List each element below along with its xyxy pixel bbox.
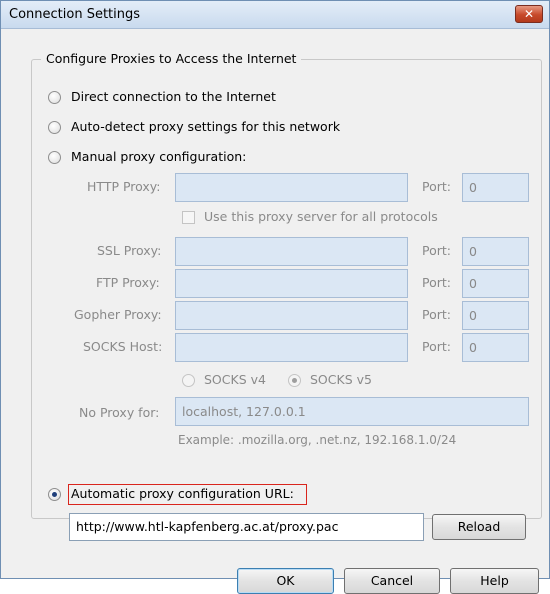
- http-port-input[interactable]: 0: [462, 173, 529, 202]
- auto-detect-radio[interactable]: [48, 121, 61, 134]
- manual-label[interactable]: Manual proxy configuration:: [71, 149, 246, 164]
- ok-button[interactable]: OK: [237, 568, 334, 594]
- ssl-proxy-label: SSL Proxy:: [97, 243, 162, 258]
- socks-port-input[interactable]: 0: [462, 333, 529, 362]
- share-proxy-label: Use this proxy server for all protocols: [204, 209, 438, 224]
- ftp-port-input[interactable]: 0: [462, 269, 529, 298]
- dialog-content: Configure Proxies to Access the Internet…: [1, 30, 549, 594]
- ssl-proxy-input[interactable]: [175, 237, 408, 266]
- http-proxy-label: HTTP Proxy:: [87, 179, 161, 194]
- direct-label[interactable]: Direct connection to the Internet: [71, 89, 276, 104]
- ftp-proxy-label: FTP Proxy:: [96, 275, 160, 290]
- auto-detect-label[interactable]: Auto-detect proxy settings for this netw…: [71, 119, 340, 134]
- direct-radio[interactable]: [48, 91, 61, 104]
- gopher-proxy-label: Gopher Proxy:: [74, 307, 162, 322]
- socks-host-input[interactable]: [175, 333, 408, 362]
- title-bar: Connection Settings ✕: [1, 1, 549, 29]
- connection-settings-window: Connection Settings ✕ Configure Proxies …: [0, 0, 550, 594]
- gopher-port-input[interactable]: 0: [462, 301, 529, 330]
- ssl-port-input[interactable]: 0: [462, 237, 529, 266]
- auto-url-label[interactable]: Automatic proxy configuration URL:: [71, 486, 294, 501]
- socks-v4-radio[interactable]: [182, 374, 195, 387]
- gopher-port-label: Port:: [422, 307, 451, 322]
- cancel-button[interactable]: Cancel: [344, 568, 440, 594]
- auto-config-url-input[interactable]: http://www.htl-kapfenberg.ac.at/proxy.pa…: [69, 513, 424, 541]
- no-proxy-example: Example: .mozilla.org, .net.nz, 192.168.…: [178, 433, 457, 447]
- manual-radio[interactable]: [48, 151, 61, 164]
- window-title: Connection Settings: [9, 7, 141, 22]
- group-label: Configure Proxies to Access the Internet: [41, 51, 302, 66]
- socks-host-label: SOCKS Host:: [83, 339, 163, 354]
- help-button[interactable]: Help: [450, 568, 539, 594]
- auto-url-radio[interactable]: [48, 488, 61, 501]
- socks-v5-radio[interactable]: [288, 374, 301, 387]
- no-proxy-label: No Proxy for:: [79, 405, 160, 420]
- socks-v4-label: SOCKS v4: [204, 372, 266, 387]
- http-port-label: Port:: [422, 179, 451, 194]
- ssl-port-label: Port:: [422, 243, 451, 258]
- socks-port-label: Port:: [422, 339, 451, 354]
- share-proxy-checkbox[interactable]: [182, 211, 195, 224]
- gopher-proxy-input[interactable]: [175, 301, 408, 330]
- socks-v5-label: SOCKS v5: [310, 372, 372, 387]
- no-proxy-input[interactable]: localhost, 127.0.0.1: [175, 397, 529, 426]
- ftp-proxy-input[interactable]: [175, 269, 408, 298]
- ftp-port-label: Port:: [422, 275, 451, 290]
- close-button[interactable]: ✕: [515, 5, 543, 23]
- http-proxy-input[interactable]: [175, 173, 408, 202]
- reload-button[interactable]: Reload: [432, 514, 526, 540]
